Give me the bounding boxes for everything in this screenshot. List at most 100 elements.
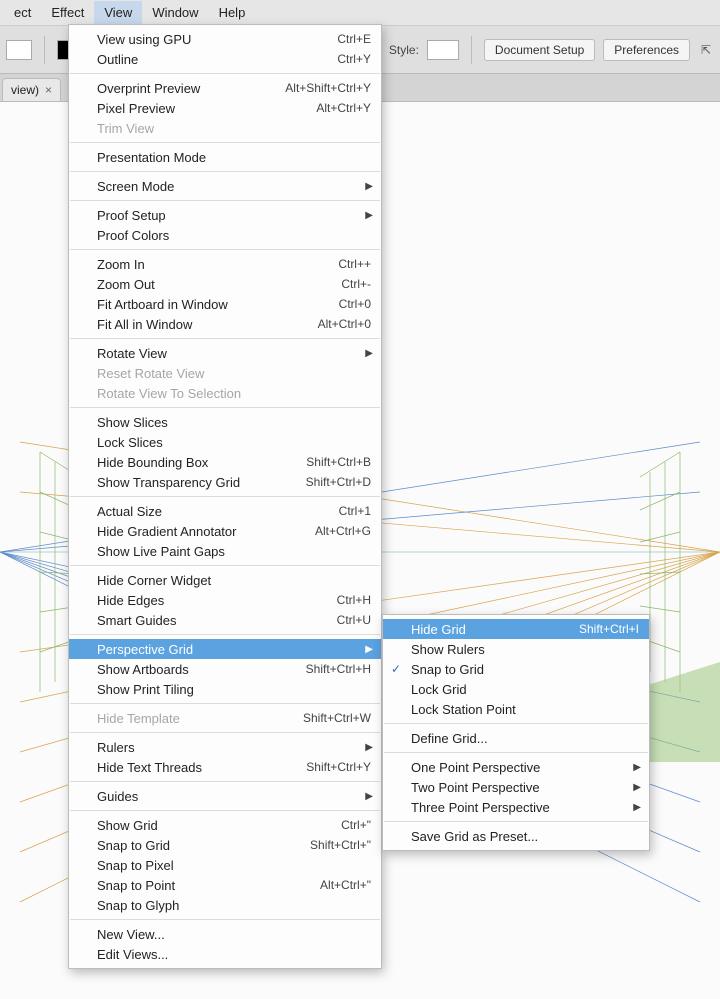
view-menu-item-actual-size[interactable]: Actual SizeCtrl+1 [69, 501, 381, 521]
menu-divider [70, 338, 380, 339]
menu-divider [70, 496, 380, 497]
view-menu-item-rotate-view[interactable]: Rotate View▶ [69, 343, 381, 363]
view-menu-item-show-slices[interactable]: Show Slices [69, 412, 381, 432]
view-menu-item-edit-views[interactable]: Edit Views... [69, 944, 381, 964]
menu-item-shortcut: Ctrl+1 [339, 504, 371, 518]
view-menu-item-rulers[interactable]: Rulers▶ [69, 737, 381, 757]
view-menu-item-zoom-in[interactable]: Zoom InCtrl++ [69, 254, 381, 274]
view-menu-item-snap-to-grid[interactable]: Snap to GridShift+Ctrl+" [69, 835, 381, 855]
chevron-right-icon: ▶ [633, 802, 641, 813]
menu-item-label: Snap to Grid [411, 662, 639, 677]
pin-icon[interactable]: ⇱ [698, 42, 714, 58]
view-menu-item-show-grid[interactable]: Show GridCtrl+" [69, 815, 381, 835]
view-menu-item-proof-colors[interactable]: Proof Colors [69, 225, 381, 245]
pgrid-menu-item-two-point-perspective[interactable]: Two Point Perspective▶ [383, 777, 649, 797]
pgrid-menu-item-show-rulers[interactable]: Show Rulers [383, 639, 649, 659]
menu-divider [70, 565, 380, 566]
menu-item-label: New View... [97, 927, 371, 942]
pgrid-menu-item-lock-station-point[interactable]: Lock Station Point [383, 699, 649, 719]
menu-divider [384, 821, 648, 822]
view-menu-item-fit-all-in-window[interactable]: Fit All in WindowAlt+Ctrl+0 [69, 314, 381, 334]
menu-item-label: Fit All in Window [97, 317, 318, 332]
view-menu-item-fit-artboard-in-window[interactable]: Fit Artboard in WindowCtrl+0 [69, 294, 381, 314]
menu-item-label: Snap to Grid [97, 838, 310, 853]
menu-divider [70, 142, 380, 143]
view-menu-item-hide-gradient-annotator[interactable]: Hide Gradient AnnotatorAlt+Ctrl+G [69, 521, 381, 541]
view-menu-item-screen-mode[interactable]: Screen Mode▶ [69, 176, 381, 196]
view-menu-item-presentation-mode[interactable]: Presentation Mode [69, 147, 381, 167]
menu-item-label: Reset Rotate View [97, 366, 371, 381]
view-menu-item-snap-to-glyph[interactable]: Snap to Glyph [69, 895, 381, 915]
menu-item-label: Perspective Grid [97, 642, 371, 657]
view-menu: View using GPUCtrl+EOutlineCtrl+Y Overpri… [68, 24, 382, 969]
view-menu-item-hide-edges[interactable]: Hide EdgesCtrl+H [69, 590, 381, 610]
close-icon[interactable]: × [45, 83, 52, 97]
view-menu-item-lock-slices[interactable]: Lock Slices [69, 432, 381, 452]
chevron-right-icon: ▶ [365, 644, 373, 655]
view-menu-item-hide-corner-widget[interactable]: Hide Corner Widget [69, 570, 381, 590]
menu-item-window[interactable]: Window [142, 1, 208, 24]
pgrid-menu-item-three-point-perspective[interactable]: Three Point Perspective▶ [383, 797, 649, 817]
view-menu-item-smart-guides[interactable]: Smart GuidesCtrl+U [69, 610, 381, 630]
view-menu-item-snap-to-pixel[interactable]: Snap to Pixel [69, 855, 381, 875]
view-menu-item-snap-to-point[interactable]: Snap to PointAlt+Ctrl+" [69, 875, 381, 895]
menu-item-shortcut: Shift+Ctrl+B [306, 455, 371, 469]
menu-divider [70, 171, 380, 172]
menu-item-label: Hide Bounding Box [97, 455, 306, 470]
pgrid-menu-item-save-grid-as-preset[interactable]: Save Grid as Preset... [383, 826, 649, 846]
view-menu-item-hide-bounding-box[interactable]: Hide Bounding BoxShift+Ctrl+B [69, 452, 381, 472]
menu-divider [70, 810, 380, 811]
view-menu-item-hide-text-threads[interactable]: Hide Text ThreadsShift+Ctrl+Y [69, 757, 381, 777]
view-menu-item-show-transparency-grid[interactable]: Show Transparency GridShift+Ctrl+D [69, 472, 381, 492]
view-menu-item-pixel-preview[interactable]: Pixel PreviewAlt+Ctrl+Y [69, 98, 381, 118]
menu-item-shortcut: Shift+Ctrl+D [306, 475, 371, 489]
menu-item-label: Fit Artboard in Window [97, 297, 339, 312]
menu-item-view[interactable]: View [94, 1, 142, 24]
view-menu-item-show-artboards[interactable]: Show ArtboardsShift+Ctrl+H [69, 659, 381, 679]
toolbar-separator [44, 36, 45, 64]
pgrid-menu-item-snap-to-grid[interactable]: ✓ Snap to Grid [383, 659, 649, 679]
menu-item-label: Guides [97, 789, 371, 804]
view-menu-item-show-print-tiling[interactable]: Show Print Tiling [69, 679, 381, 699]
menu-item-effect[interactable]: Effect [41, 1, 94, 24]
view-menu-item-new-view[interactable]: New View... [69, 924, 381, 944]
menu-item-label: Smart Guides [97, 613, 337, 628]
menu-item-label: Hide Template [97, 711, 303, 726]
menu-item-label: Hide Gradient Annotator [97, 524, 315, 539]
check-icon: ✓ [391, 662, 401, 676]
menubar: ect Effect View Window Help [0, 0, 720, 26]
view-menu-item-overprint-preview[interactable]: Overprint PreviewAlt+Shift+Ctrl+Y [69, 78, 381, 98]
menu-divider [70, 919, 380, 920]
pgrid-menu-item-one-point-perspective[interactable]: One Point Perspective▶ [383, 757, 649, 777]
view-menu-item-perspective-grid[interactable]: Perspective Grid▶ [69, 639, 381, 659]
menu-item-shortcut: Alt+Ctrl+" [320, 878, 371, 892]
menu-item-label: Actual Size [97, 504, 339, 519]
menu-item-shortcut: Ctrl+" [341, 818, 371, 832]
style-swatch[interactable] [427, 40, 459, 60]
view-menu-item-proof-setup[interactable]: Proof Setup▶ [69, 205, 381, 225]
menu-item-label: Show Rulers [411, 642, 639, 657]
chevron-right-icon: ▶ [365, 348, 373, 359]
menu-item-label: Snap to Glyph [97, 898, 371, 913]
pgrid-menu-item-lock-grid[interactable]: Lock Grid [383, 679, 649, 699]
view-menu-item-show-live-paint-gaps[interactable]: Show Live Paint Gaps [69, 541, 381, 561]
view-menu-item-rotate-view-to-selection: Rotate View To Selection [69, 383, 381, 403]
document-tab[interactable]: view) × [2, 78, 61, 101]
menu-item-help[interactable]: Help [209, 1, 256, 24]
menu-item-label: Hide Corner Widget [97, 573, 371, 588]
pgrid-menu-item-hide-grid[interactable]: Hide GridShift+Ctrl+I [383, 619, 649, 639]
preferences-button[interactable]: Preferences [603, 39, 690, 61]
document-setup-button[interactable]: Document Setup [484, 39, 595, 61]
fill-swatch[interactable] [6, 40, 32, 60]
view-menu-item-view-using-gpu[interactable]: View using GPUCtrl+E [69, 29, 381, 49]
pgrid-menu-item-define-grid[interactable]: Define Grid... [383, 728, 649, 748]
menu-divider [70, 73, 380, 74]
menu-item-shortcut: Ctrl++ [338, 257, 371, 271]
menu-item-shortcut: Ctrl+- [341, 277, 371, 291]
view-menu-item-outline[interactable]: OutlineCtrl+Y [69, 49, 381, 69]
menu-item-label: Presentation Mode [97, 150, 371, 165]
tab-label: view) [11, 83, 39, 97]
view-menu-item-zoom-out[interactable]: Zoom OutCtrl+- [69, 274, 381, 294]
view-menu-item-guides[interactable]: Guides▶ [69, 786, 381, 806]
menu-item-select-truncated[interactable]: ect [4, 1, 41, 24]
